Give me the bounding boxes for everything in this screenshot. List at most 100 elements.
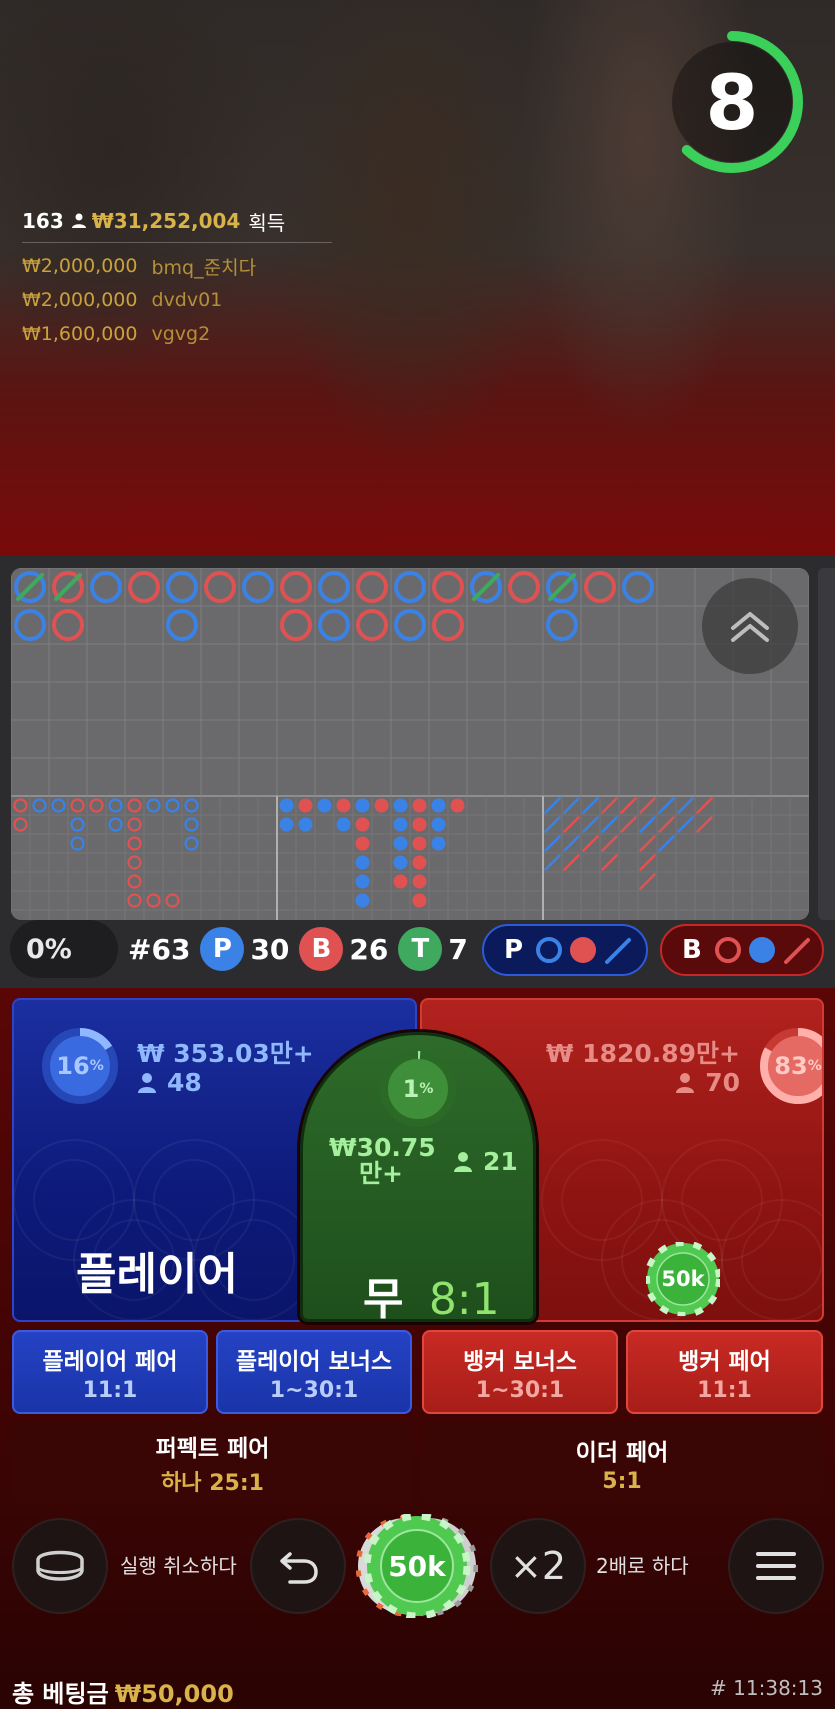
banker-bonus-bet[interactable]: 뱅커 보너스 1~30:1 (422, 1330, 618, 1414)
winner-row: ₩2,000,000 bmq_준치다 (22, 249, 332, 283)
total-bet: 총 베팅금 ₩50,000 (12, 1674, 234, 1709)
player-result-mark (622, 571, 654, 603)
player-mark (165, 798, 180, 813)
banker-pair-bet[interactable]: 뱅커 페어 11:1 (626, 1330, 823, 1414)
banker-slash (639, 873, 656, 890)
banker-slash (639, 835, 656, 852)
banker-mark (70, 798, 85, 813)
chevron-up-icon (731, 612, 769, 642)
table-view-button[interactable] (12, 1518, 108, 1614)
banker-slash (601, 854, 618, 871)
player-slash (544, 797, 561, 814)
player-result-mark (90, 571, 122, 603)
placed-chip[interactable]: 50k (644, 1240, 722, 1318)
either-pair-bet[interactable]: 이더 페어 5:1 (421, 1422, 823, 1504)
tie-percent: 1 (402, 1075, 420, 1103)
winner-name: vgvg2 (151, 323, 211, 345)
player-slash (563, 797, 580, 814)
percent-value: 0% (26, 933, 72, 965)
banker-result-mark (356, 571, 388, 603)
player-dot (431, 798, 446, 813)
banker-result-mark (432, 571, 464, 603)
player-percent: 16 (56, 1052, 90, 1080)
banker-mark (13, 798, 28, 813)
winners-label: 획득 (248, 210, 286, 235)
roadmap-scroll-edge[interactable] (818, 568, 835, 920)
banker-result-mark (52, 609, 84, 641)
player-mark (70, 817, 85, 832)
player-slash (658, 835, 675, 852)
tie-count: 7 (448, 932, 468, 966)
player-dot (279, 798, 294, 813)
banker-result-mark (584, 571, 616, 603)
side-bet-odds: 1~30:1 (269, 1377, 359, 1403)
undo-label: 실행 취소하다 (120, 1554, 237, 1578)
tie-odds: 8:1 (428, 1274, 500, 1322)
side-bet-title: 플레이어 보너스 (235, 1348, 393, 1375)
banker-mark (127, 855, 142, 870)
banker-prediction-button[interactable]: B (660, 924, 824, 976)
banker-slash (658, 816, 675, 833)
banker-result-mark (280, 571, 312, 603)
table-icon (36, 1550, 84, 1581)
roadmap-grid[interactable] (11, 568, 809, 920)
side-bet-title: 플레이어 페어 (42, 1348, 178, 1375)
player-mark (108, 817, 123, 832)
player-slash (601, 816, 618, 833)
player-dot (431, 836, 446, 851)
player-prediction-button[interactable]: P (482, 924, 648, 976)
banker-result-mark (280, 609, 312, 641)
total-bet-value: ₩50,000 (114, 1680, 234, 1708)
winner-row: ₩2,000,000 dvdv01 (22, 283, 332, 317)
player-slash (582, 816, 599, 833)
chip-selector[interactable]: 50k (355, 1512, 479, 1620)
perfect-pair-bet[interactable]: 퍼펙트 페어 하나 25:1 (12, 1422, 413, 1504)
tie-bet-area[interactable]: 1% ₩30.75 만+ 21 무 8:1 (300, 1032, 536, 1322)
banker-result-mark (204, 571, 236, 603)
player-dot (279, 817, 294, 832)
banker-slash (639, 854, 656, 871)
menu-button[interactable] (728, 1518, 824, 1614)
collapse-roadmap-button[interactable] (702, 578, 798, 674)
tie-title: 무 (363, 1274, 404, 1322)
player-bonus-bet[interactable]: 플레이어 보너스 1~30:1 (216, 1330, 412, 1414)
percent-pill[interactable]: 0% (10, 920, 118, 978)
percent-unit: % (419, 1081, 434, 1097)
player-mark (70, 836, 85, 851)
side-bet-odds: 11:1 (697, 1377, 752, 1403)
banker-mark (146, 893, 161, 908)
player-slash (677, 797, 694, 814)
person-icon (138, 1072, 156, 1093)
banker-mark (127, 874, 142, 889)
double-button[interactable]: ×2 (490, 1518, 586, 1614)
banker-dot (412, 798, 427, 813)
banker-slash (639, 797, 656, 814)
player-prediction-label: P (504, 935, 524, 965)
banker-dot (393, 874, 408, 889)
person-icon (454, 1151, 472, 1172)
tie-mark (548, 573, 576, 601)
banker-dot (412, 855, 427, 870)
banker-slash (601, 835, 618, 852)
player-mark (184, 798, 199, 813)
player-bettor-count: 48 (167, 1068, 202, 1097)
banker-dot (412, 817, 427, 832)
player-result-mark (166, 609, 198, 641)
banker-slash (563, 854, 580, 871)
banker-result-mark (356, 609, 388, 641)
banker-slash (696, 797, 713, 814)
tie-bettors: 21 (453, 1147, 518, 1176)
banker-mark (127, 798, 142, 813)
banker-dot (298, 798, 313, 813)
player-pair-bet[interactable]: 플레이어 페어 11:1 (12, 1330, 208, 1414)
banker-slash (601, 797, 618, 814)
banker-mark (127, 893, 142, 908)
winner-amount: ₩2,000,000 (22, 255, 138, 277)
banker-percent: 83 (774, 1052, 808, 1080)
winners-count: 163 (22, 209, 64, 233)
tie-mark (16, 573, 44, 601)
banker-dot (412, 874, 427, 889)
undo-button[interactable] (250, 1518, 346, 1614)
player-slash (582, 797, 599, 814)
banker-slash (696, 816, 713, 833)
